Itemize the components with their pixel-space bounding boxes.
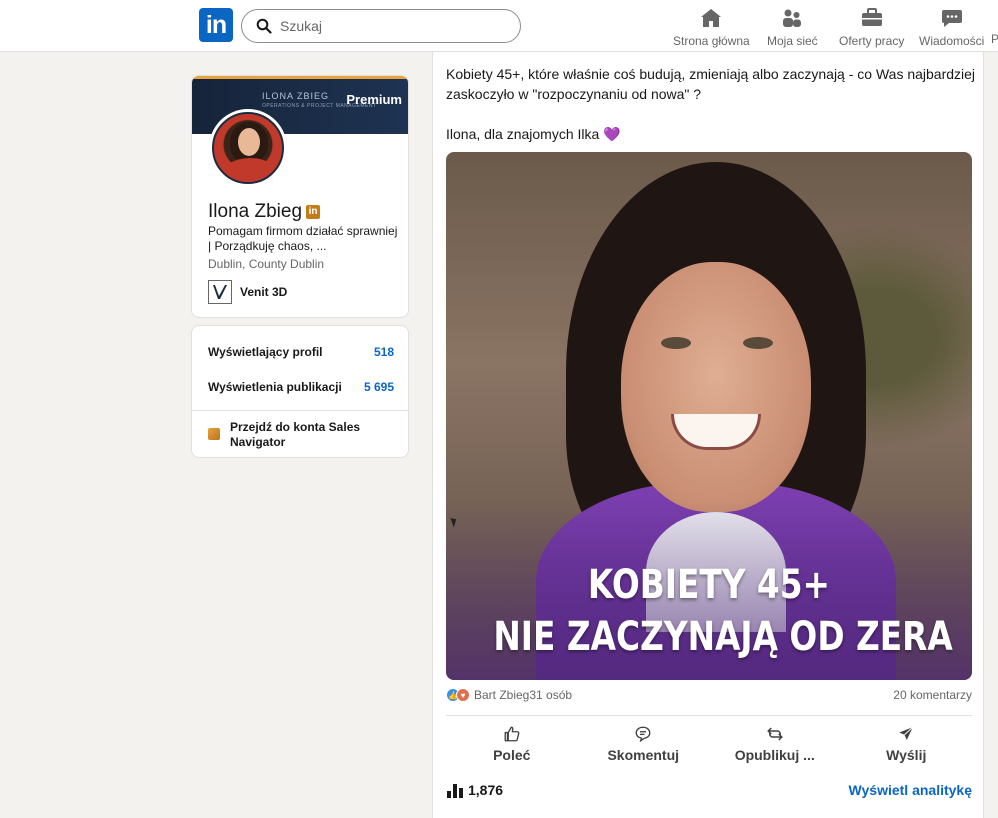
post-footer: 1,876 Wyświetl analitykę xyxy=(446,782,972,798)
reactions-names[interactable]: Bart Zbieg31 osób xyxy=(474,688,572,702)
linkedin-logo[interactable]: in xyxy=(199,8,233,42)
post-text: Kobiety 45+, które właśnie coś budują, z… xyxy=(446,64,976,164)
post-image[interactable]: KOBIETY 45+ NIE ZACZYNAJĄ OD ZERA xyxy=(446,152,972,680)
repost-label: Opublikuj ... xyxy=(734,747,815,763)
post-signature: Ilona, dla znajomych Ilka 💜 xyxy=(446,126,621,142)
banner-name: ILONA ZBIEG xyxy=(262,91,330,101)
reactions-summary[interactable]: 👍 ♥ Bart Zbieg31 osób xyxy=(446,688,572,702)
profile-location: Dublin, County Dublin xyxy=(208,257,325,271)
nav-jobs[interactable]: Oferty pracy xyxy=(839,4,904,50)
sales-navigator-link[interactable]: Przejdź do konta Sales Navigator xyxy=(208,420,398,450)
briefcase-icon xyxy=(861,8,882,26)
feed-post: Kobiety 45+, które właśnie coś budują, z… xyxy=(432,52,984,818)
divider xyxy=(446,715,972,716)
profile-name[interactable]: Ilona Zbieg in xyxy=(208,201,321,223)
premium-in-icon: in xyxy=(306,205,321,219)
profile-viewers-value: 518 xyxy=(373,345,394,359)
post-impressions-value: 5 695 xyxy=(363,380,394,394)
avatar[interactable] xyxy=(209,109,287,187)
love-reaction-icon: ♥ xyxy=(456,688,470,702)
messaging-icon xyxy=(941,10,962,27)
profile-card: ILONA ZBIEG OPERATIONS & PROJECT MANAGEM… xyxy=(191,75,409,318)
profile-company[interactable]: Venit 3D xyxy=(208,280,287,304)
comments-count[interactable]: 20 komentarzy xyxy=(893,688,972,702)
like-label: Poleć xyxy=(493,747,531,763)
profile-viewers-label: Wyświetlający profil xyxy=(208,345,323,359)
nav-network[interactable]: Moja sieć xyxy=(767,4,818,50)
reactions-bar: 👍 ♥ Bart Zbieg31 osób 20 komentarzy xyxy=(446,688,972,702)
post-impressions-row[interactable]: Wyświetlenia publikacji 5 695 xyxy=(208,380,394,394)
comment-button[interactable]: Skomentuj xyxy=(578,720,708,768)
sales-navigator-icon xyxy=(208,428,220,440)
like-icon xyxy=(504,726,520,742)
nav-messaging[interactable]: Wiadomości xyxy=(919,4,984,50)
send-label: Wyślij xyxy=(886,747,927,763)
search-input[interactable] xyxy=(280,18,500,34)
profile-viewers-row[interactable]: Wyświetlający profil 518 xyxy=(208,345,394,359)
search-bar[interactable] xyxy=(241,9,521,43)
divider xyxy=(192,410,408,411)
nav-clipped-label[interactable]: P xyxy=(991,32,998,46)
comment-icon xyxy=(635,726,651,743)
repost-button[interactable]: Opublikuj ... xyxy=(710,720,840,768)
nav-network-label: Moja sieć xyxy=(767,34,818,48)
view-analytics-link[interactable]: Wyświetl analitykę xyxy=(849,782,972,798)
network-icon xyxy=(783,9,802,27)
nav-messaging-label: Wiadomości xyxy=(919,34,985,48)
impressions-count[interactable]: 1,876 xyxy=(446,782,503,798)
nav-jobs-label: Oferty pracy xyxy=(839,34,905,48)
like-button[interactable]: Poleć xyxy=(447,720,577,768)
home-icon xyxy=(701,9,722,27)
post-text-line: Kobiety 45+, które właśnie coś budują, z… xyxy=(446,66,976,102)
nav-home[interactable]: Strona główna xyxy=(673,4,750,50)
stats-card: Wyświetlający profil 518 Wyświetlenia pu… xyxy=(191,325,409,458)
company-name[interactable]: Venit 3D xyxy=(240,285,287,299)
post-actions: Poleć Skomentuj Opublikuj ... Wyślij xyxy=(446,720,972,768)
search-icon xyxy=(256,18,272,34)
impressions-value: 1,876 xyxy=(468,782,504,798)
top-navigation: in Strona główna Moja sieć Oferty pracy … xyxy=(0,0,998,52)
post-impressions-label: Wyświetlenia publikacji xyxy=(208,380,342,394)
image-headline-line-1: KOBIETY 45+ xyxy=(587,562,831,608)
nav-home-label: Strona główna xyxy=(673,34,750,48)
company-logo-icon xyxy=(208,280,232,304)
bar-chart-icon xyxy=(447,784,463,798)
image-headline-line-2: NIE ZACZYNAJĄ OD ZERA xyxy=(493,614,953,660)
sales-navigator-label: Przejdź do konta Sales Navigator xyxy=(230,420,361,449)
comment-label: Skomentuj xyxy=(607,747,680,763)
premium-badge: Premium xyxy=(346,92,402,107)
send-button[interactable]: Wyślij xyxy=(841,720,971,768)
repost-icon xyxy=(766,727,783,741)
send-icon xyxy=(899,726,914,740)
profile-name-text[interactable]: Ilona Zbieg xyxy=(208,201,302,223)
profile-headline: Pomagam firmom działać sprawniej | Porzą… xyxy=(208,224,398,253)
